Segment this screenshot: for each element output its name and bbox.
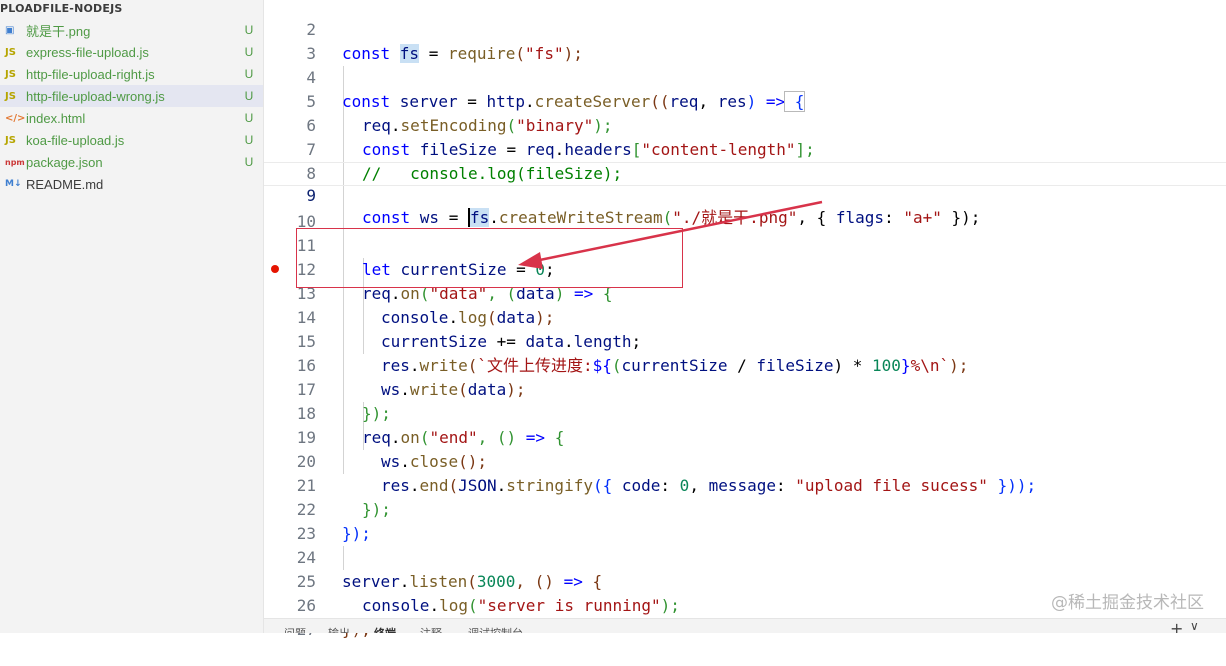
tab-problems[interactable]: 问题 [284, 625, 306, 633]
tab-output[interactable]: 输出 [328, 625, 350, 633]
bottom-panel: 问题 输出 终端 注释 调试控制台 + ∨ [264, 618, 1226, 633]
add-terminal-icon[interactable]: + [1170, 619, 1183, 633]
tab-comments[interactable]: 注释 [420, 625, 442, 633]
annotation-arrow-icon [518, 200, 823, 269]
watermark: @稀土掘金技术社区 [1051, 593, 1204, 613]
chevron-down-icon[interactable]: ∨ [1190, 619, 1199, 633]
tab-debug-console[interactable]: 调试控制台 [468, 625, 523, 633]
tab-terminal[interactable]: 终端 [374, 625, 396, 633]
